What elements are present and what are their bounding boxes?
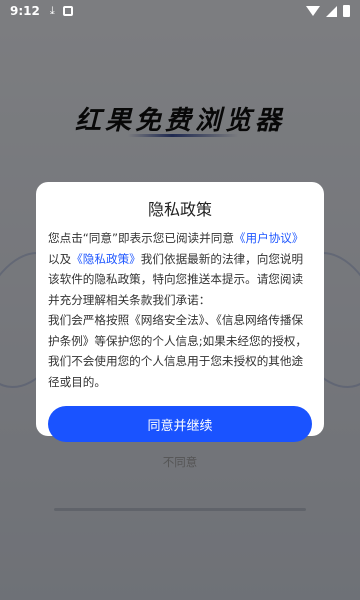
dialog-title: 隐私政策	[147, 200, 212, 219]
wifi-icon	[306, 6, 320, 16]
dialog-body: 您点击“同意”即表示您已阅读并同意《用户协议》以及《隐私政策》我们依据最新的法律…	[48, 228, 312, 392]
signal-icon	[326, 5, 337, 17]
download-icon: ⤓	[49, 4, 55, 17]
dialog-text-1: 您点击“同意”即表示您已阅读并同意	[48, 231, 234, 245]
privacy-dialog: 隐私政策 您点击“同意”即表示您已阅读并同意《用户协议》以及《隐私政策》我们依据…	[36, 182, 324, 469]
status-time: 9:12	[10, 4, 40, 18]
status-bar: 9:12 ⤓	[0, 0, 360, 22]
disagree-button[interactable]: 不同意	[48, 454, 312, 470]
user-agreement-link[interactable]: 《用户协议》	[234, 231, 304, 245]
privacy-policy-link[interactable]: 《隐私政策》	[71, 252, 141, 266]
battery-icon	[343, 5, 350, 17]
notification-icon	[62, 6, 73, 16]
dialog-text-4: 我们会严格按照《网络安全法》、《信息网络传播保护条例》等保护您的个人信息;如果未…	[48, 313, 307, 389]
dialog-text-2: 以及	[48, 251, 72, 266]
agree-continue-button[interactable]: 同意并继续	[48, 406, 312, 442]
